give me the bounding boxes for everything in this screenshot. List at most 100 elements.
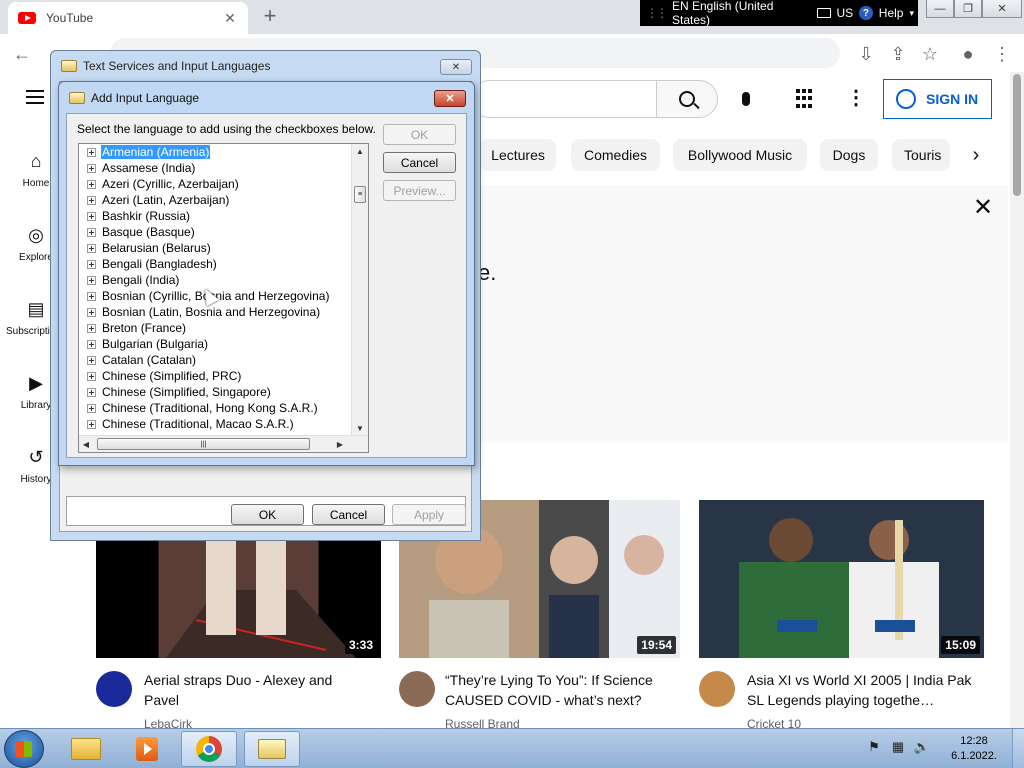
tree-horizontal-scrollbar[interactable]: ◀ ||| ▶: [79, 435, 368, 452]
scroll-down-icon[interactable]: ▼: [352, 421, 368, 435]
close-icon[interactable]: ✕: [972, 196, 994, 220]
preview-button[interactable]: Preview...: [383, 180, 456, 201]
expand-plus-icon[interactable]: [87, 419, 96, 429]
keyboard-layout[interactable]: US: [837, 6, 854, 20]
taskbar-control-panel[interactable]: [244, 731, 300, 767]
volume-icon[interactable]: 🔊: [914, 739, 930, 755]
search-input[interactable]: [470, 80, 656, 118]
language-tree-item[interactable]: Assamese (India): [79, 160, 351, 176]
language-tree[interactable]: Armenian (Armenia) Assamese (India) Azeri …: [78, 143, 369, 453]
channel-avatar[interactable]: [699, 671, 735, 707]
menu-icon[interactable]: [26, 90, 44, 104]
expand-plus-icon[interactable]: [87, 275, 96, 285]
channel-avatar[interactable]: [399, 671, 435, 707]
apply-button[interactable]: Apply: [392, 504, 466, 525]
expand-plus-icon[interactable]: [87, 339, 96, 349]
network-icon[interactable]: ▦: [890, 739, 906, 755]
action-center-flag-icon[interactable]: ⚑: [866, 739, 882, 755]
language-tree-item[interactable]: Chinese (Simplified, Singapore): [79, 384, 351, 400]
language-tree-item[interactable]: Belarusian (Belarus): [79, 240, 351, 256]
tree-vertical-scrollbar[interactable]: ▲ ≡ ▼: [351, 144, 368, 435]
language-tree-item[interactable]: Basque (Basque): [79, 224, 351, 240]
language-tree-item[interactable]: Bengali (India): [79, 272, 351, 288]
expand-plus-icon[interactable]: [87, 211, 96, 221]
tab-close-icon[interactable]: ✕: [222, 10, 238, 27]
language-bar-help[interactable]: Help: [879, 6, 904, 20]
video-title[interactable]: Asia XI vs World XI 2005 | India Pak SL …: [747, 670, 972, 710]
language-tree-item[interactable]: Bulgarian (Bulgaria): [79, 336, 351, 352]
expand-plus-icon[interactable]: [87, 387, 96, 397]
language-bar-grip-icon[interactable]: ⋮⋮: [646, 6, 668, 20]
expand-plus-icon[interactable]: [87, 259, 96, 269]
ok-button[interactable]: OK: [383, 124, 456, 145]
language-tree-item[interactable]: Catalan (Catalan): [79, 352, 351, 368]
taskbar-chrome[interactable]: [181, 731, 237, 767]
scroll-thumb[interactable]: |||: [97, 438, 310, 450]
expand-plus-icon[interactable]: [87, 291, 96, 301]
minimize-button[interactable]: —: [926, 0, 954, 18]
chevron-right-icon[interactable]: ›: [964, 143, 988, 167]
language-tree-item[interactable]: Azeri (Latin, Azerbaijan): [79, 192, 351, 208]
page-scrollbar[interactable]: [1010, 72, 1024, 728]
language-tree-item[interactable]: Armenian (Armenia): [79, 144, 351, 160]
language-tree-item[interactable]: Breton (France): [79, 320, 351, 336]
language-tree-item[interactable]: Chinese (Simplified, PRC): [79, 368, 351, 384]
restore-button[interactable]: ❐: [954, 0, 982, 18]
expand-plus-icon[interactable]: [87, 227, 96, 237]
clock[interactable]: 12:28 6.1.2022.: [944, 734, 1004, 764]
expand-plus-icon[interactable]: [87, 307, 96, 317]
dialog-close-button[interactable]: ✕: [440, 59, 472, 75]
share-icon[interactable]: ⇪: [886, 42, 910, 66]
expand-plus-icon[interactable]: [87, 163, 96, 173]
expand-plus-icon[interactable]: [87, 403, 96, 413]
profile-icon[interactable]: ●: [956, 42, 980, 66]
apps-grid-icon[interactable]: [796, 89, 816, 109]
close-window-button[interactable]: ✕: [982, 0, 1022, 18]
expand-plus-icon[interactable]: [87, 243, 96, 253]
expand-plus-icon[interactable]: [87, 355, 96, 365]
scroll-up-icon[interactable]: ▲: [352, 144, 368, 158]
settings-kebab-icon[interactable]: ⋮: [846, 88, 866, 109]
channel-avatar[interactable]: [96, 671, 132, 707]
voice-search-icon[interactable]: [733, 86, 759, 112]
language-tree-item[interactable]: Bosnian (Latin, Bosnia and Herzegovina): [79, 304, 351, 320]
dialog-close-button[interactable]: ✕: [434, 90, 466, 107]
show-desktop-button[interactable]: [1012, 729, 1024, 768]
cancel-button[interactable]: Cancel: [383, 152, 456, 173]
expand-plus-icon[interactable]: [87, 147, 96, 157]
search-button[interactable]: [656, 80, 718, 118]
chip-tourism[interactable]: Touris: [892, 139, 950, 171]
video-title[interactable]: Aerial straps Duo - Alexey and Pavel: [144, 670, 359, 710]
chip-bollywood-music[interactable]: Bollywood Music: [673, 139, 807, 171]
start-button[interactable]: [4, 730, 44, 768]
expand-plus-icon[interactable]: [87, 323, 96, 333]
expand-plus-icon[interactable]: [87, 195, 96, 205]
scroll-right-icon[interactable]: ▶: [333, 436, 347, 452]
scroll-thumb[interactable]: ≡: [354, 186, 366, 203]
language-tree-item[interactable]: Bashkir (Russia): [79, 208, 351, 224]
install-icon[interactable]: ⇩: [854, 42, 878, 66]
taskbar-media-player[interactable]: [119, 731, 175, 767]
language-tree-item[interactable]: Chinese (Traditional, Macao S.A.R.): [79, 416, 351, 432]
chip-dogs[interactable]: Dogs: [820, 139, 878, 171]
language-bar-options-icon[interactable]: ▾: [909, 8, 914, 19]
expand-plus-icon[interactable]: [87, 179, 96, 189]
video-thumbnail[interactable]: 15:09: [699, 500, 984, 658]
input-language[interactable]: EN English (United States): [672, 0, 811, 27]
language-tree-item[interactable]: Bengali (Bangladesh): [79, 256, 351, 272]
back-arrow-icon[interactable]: ←: [10, 42, 34, 66]
new-tab-button[interactable]: +: [258, 5, 282, 27]
scroll-left-icon[interactable]: ◀: [79, 436, 93, 452]
sign-in-button[interactable]: SIGN IN: [883, 79, 992, 119]
language-tree-item[interactable]: Chinese (Traditional, Hong Kong S.A.R.): [79, 400, 351, 416]
ok-button[interactable]: OK: [231, 504, 304, 525]
bookmark-star-icon[interactable]: ☆: [918, 42, 942, 66]
language-tree-item[interactable]: Azeri (Cyrillic, Azerbaijan): [79, 176, 351, 192]
chrome-menu-icon[interactable]: ⋮: [990, 42, 1014, 66]
cancel-button[interactable]: Cancel: [312, 504, 385, 525]
tab-youtube[interactable]: YouTube ✕: [8, 2, 248, 34]
chip-lectures[interactable]: Lectures: [480, 139, 556, 171]
expand-plus-icon[interactable]: [87, 371, 96, 381]
chip-comedies[interactable]: Comedies: [571, 139, 660, 171]
taskbar-explorer[interactable]: [58, 731, 114, 767]
